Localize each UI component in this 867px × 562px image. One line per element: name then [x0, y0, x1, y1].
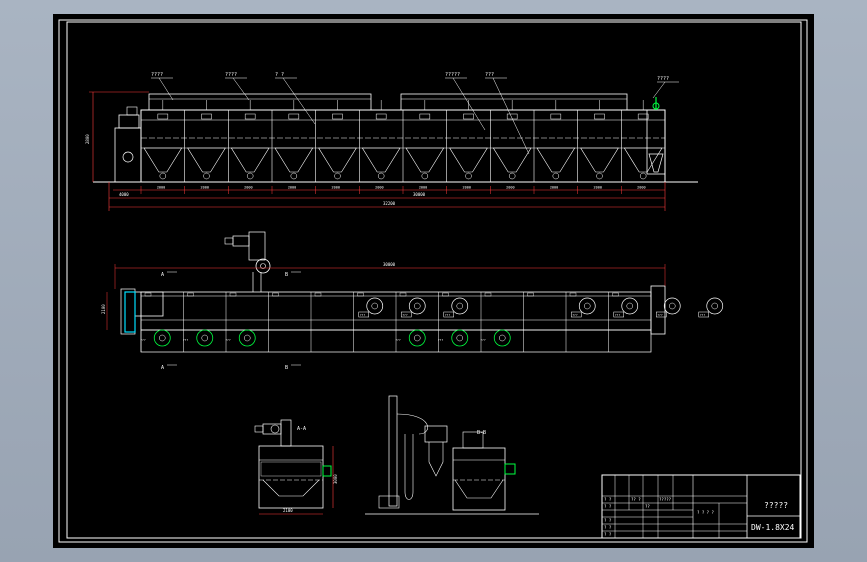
fan-bottom: ???: [183, 329, 214, 347]
section-a-height: 3000: [333, 474, 338, 484]
fan-top-label: ???: [445, 313, 451, 317]
bay-dim-label: 2000: [332, 186, 340, 190]
tb-cell-4: ? ?: [604, 504, 612, 509]
bay-dim-label: 2000: [375, 186, 383, 190]
leader-callout: ?????: [445, 72, 486, 131]
elevation-bay: 2000: [228, 100, 270, 194]
section-b-b-view: B-B: [365, 395, 539, 515]
fan-bottom-label: ???: [395, 338, 401, 342]
elevation-bay: 2000: [184, 100, 226, 194]
fan-bottom: ???: [438, 329, 469, 347]
elevation-bay: 2000: [621, 100, 663, 194]
section-b-label: B-B: [477, 430, 486, 436]
fan-top: ???: [401, 297, 426, 318]
callout-label: ???: [485, 72, 494, 78]
leader-callout: ? ?: [275, 72, 316, 125]
fan-top: ???: [656, 297, 681, 318]
leader-callout: ????: [652, 76, 679, 99]
bay-dim-label: 2000: [594, 186, 602, 190]
fan-top-label: ???: [402, 313, 408, 317]
tb-cell-9: ? ?: [604, 532, 612, 537]
section-marker-b-bottom: B: [285, 365, 288, 371]
fan-bottom-label: ???: [140, 338, 146, 342]
elevation-bay: 2000: [446, 100, 488, 194]
outer-border: [58, 19, 808, 543]
bay-dim-label: 2000: [506, 186, 514, 190]
callout-label: ????: [151, 72, 163, 78]
drawing-number: DW-1.8X24: [751, 523, 795, 532]
fan-top: ???: [613, 297, 639, 318]
elevation-bay: 2000: [577, 100, 619, 194]
fan-bottom-label: ???: [438, 338, 444, 342]
leader-callout: ????: [225, 72, 250, 101]
section-marker-a-bottom: A: [161, 365, 164, 371]
fan-top: ???: [698, 297, 724, 318]
elevation-bay: 2000: [402, 100, 445, 194]
drawing-sheet: 2000 2000 2000 2000 2000 2000 2000 2000 2000 2000…: [53, 14, 814, 548]
callout-label: ?????: [445, 72, 460, 78]
dim-height-label: 2800: [85, 134, 90, 144]
fan-bottom: ???: [395, 329, 426, 347]
plan-view: ??????????????????????????????????????? …: [101, 231, 724, 371]
fan-bottom: ???: [225, 329, 256, 347]
callout-label: ????: [225, 72, 237, 78]
elevation-bay: 2000: [490, 100, 532, 194]
fan-top-label: ???: [700, 313, 706, 317]
section-a-a-view: 2100 3000 A-A: [254, 419, 338, 515]
tb-cell-8: ? ?: [604, 525, 612, 530]
section-a-label: A-A: [297, 426, 306, 432]
fan-top-label: ???: [572, 313, 578, 317]
fan-top-label: ???: [657, 313, 663, 317]
dim-total-label: 32200: [383, 201, 396, 206]
elevation-bay: 2000: [533, 100, 576, 194]
bay-dim-label: 2000: [157, 186, 165, 190]
section-marker-b-top: B: [285, 272, 288, 278]
elevation-bay: 2000: [140, 100, 183, 194]
fan-top-label: ???: [360, 313, 366, 317]
leader-callout: ???: [485, 72, 530, 155]
fan-bottom-label: ???: [225, 338, 231, 342]
bay-dim-label: 2000: [463, 186, 471, 190]
callout-label: ????: [657, 76, 669, 82]
drawing-title: ?????: [764, 501, 788, 510]
dim-left-label: 4000: [119, 192, 129, 197]
cad-drawing: 2000 2000 2000 2000 2000 2000 2000 2000 2000 2000…: [58, 19, 808, 543]
fan-top: ???: [571, 297, 596, 318]
fan-top-label: ???: [615, 313, 621, 317]
tb-cell-2: ?? ?: [631, 497, 641, 502]
tb-cell-7: ? ?: [604, 518, 612, 523]
fan-bottom-label: ???: [480, 338, 486, 342]
fan-top: ???: [443, 297, 469, 318]
fan-bottom: ???: [140, 329, 171, 347]
section-marker-a-top: A: [161, 272, 164, 278]
bay-dim-label: 2000: [637, 186, 645, 190]
tb-cell-6: ? ? ? ?: [697, 510, 714, 515]
bay-dim-label: 2000: [419, 186, 427, 190]
bay-dim-label: 2000: [201, 186, 209, 190]
bay-dim-label: 2000: [244, 186, 252, 190]
bay-dim-label: 2000: [288, 186, 296, 190]
plan-width-label: 2100: [101, 304, 106, 314]
section-a-width: 2100: [283, 508, 293, 513]
fan-top: ???: [358, 297, 384, 318]
fan-bottom: ???: [480, 329, 511, 347]
elevation-bay: 2000: [359, 100, 401, 194]
tb-cell-3: ?????: [659, 497, 672, 502]
tb-cell-5: ??: [645, 504, 650, 509]
plan-dim-label: 30000: [383, 262, 396, 267]
inner-border: [66, 21, 802, 539]
fan-bottom-label: ???: [183, 338, 189, 342]
tb-cell-1: ? ?: [604, 497, 612, 502]
leader-callout: ????: [151, 72, 174, 101]
dim-overall-label: 30000: [413, 192, 426, 197]
elevation-view: 2000 2000 2000 2000 2000 2000 2000 2000 2000 2000…: [85, 72, 698, 211]
callout-label: ? ?: [275, 72, 284, 78]
bay-dim-label: 2000: [550, 186, 558, 190]
elevation-bay: 2000: [271, 100, 314, 194]
title-block: ????? DW-1.8X24 ? ? ?? ? ????? ? ? ?? ? …: [601, 474, 801, 539]
elevation-bay: 2000: [315, 100, 357, 194]
